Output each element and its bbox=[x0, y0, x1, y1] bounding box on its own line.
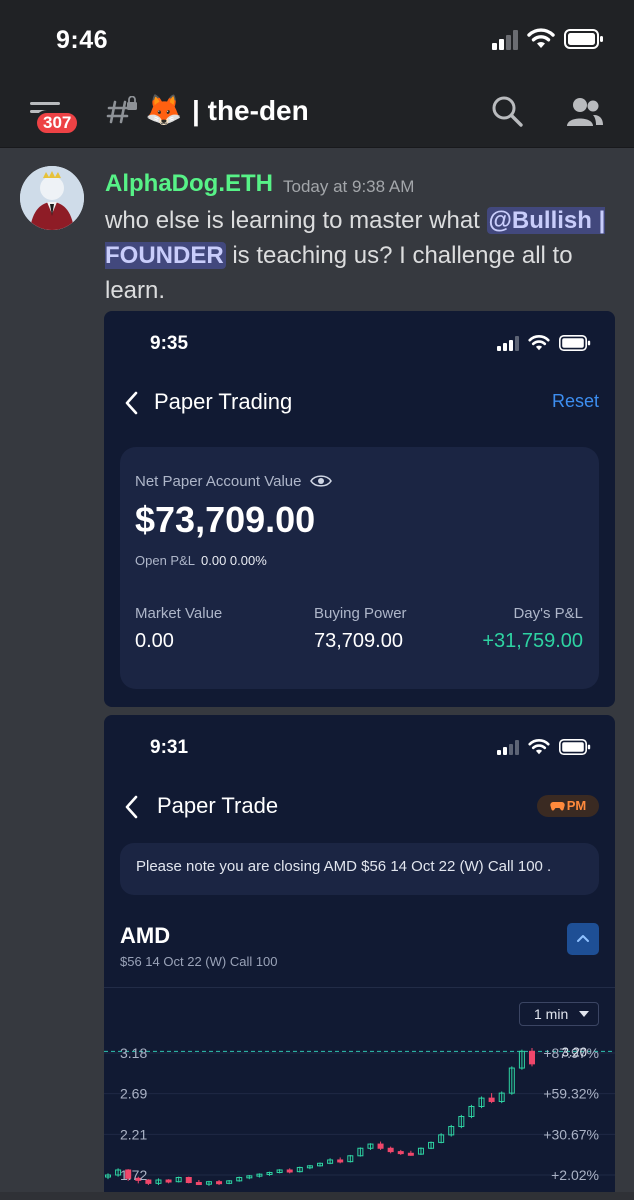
candle-body bbox=[387, 1147, 394, 1153]
wifi-icon bbox=[528, 335, 550, 351]
message-timestamp: Today at 9:38 AM bbox=[283, 177, 415, 196]
wifi-icon bbox=[528, 739, 550, 755]
candle-body bbox=[488, 1097, 495, 1102]
open-pl-label: Open P&L bbox=[135, 553, 195, 568]
market-value: 0.00 bbox=[135, 630, 174, 652]
candle-body bbox=[286, 1169, 293, 1173]
channel-header: 307 🦊 | the-den bbox=[0, 80, 634, 148]
candlestick-chart[interactable]: 3.18 +87.97%2.69 +59.32%2.21 +30.67%1.72 +2.… bbox=[104, 1015, 615, 1200]
candle-body bbox=[397, 1151, 404, 1155]
search-icon[interactable] bbox=[490, 94, 524, 128]
pct-tick-label: +2.02% bbox=[551, 1167, 599, 1183]
y-tick-label: 3.18 bbox=[120, 1045, 147, 1061]
candle-body bbox=[407, 1152, 414, 1156]
avatar[interactable] bbox=[20, 166, 84, 230]
gamepad-icon bbox=[550, 802, 565, 811]
menu-button[interactable]: 307 bbox=[26, 98, 82, 138]
candle-body bbox=[185, 1177, 192, 1184]
candle-body bbox=[377, 1143, 384, 1149]
candle-body bbox=[529, 1050, 535, 1065]
unread-badge: 307 bbox=[34, 110, 81, 136]
attachment-status-time: 9:31 bbox=[150, 737, 189, 758]
y-tick-label: 2.21 bbox=[120, 1126, 147, 1142]
market-value-label: Market Value bbox=[135, 605, 223, 622]
candle-body bbox=[165, 1179, 172, 1183]
attachment-paper-trade[interactable]: 9:31 Paper Trade PM Please note you are … bbox=[104, 715, 615, 1200]
candle-body bbox=[216, 1181, 223, 1185]
candle-body bbox=[337, 1159, 344, 1163]
y-tick-label: 1.72 bbox=[120, 1167, 147, 1183]
days-pl-value: +31,759.00 bbox=[482, 630, 583, 652]
battery-icon bbox=[559, 335, 591, 351]
attachment-status-time: 9:35 bbox=[150, 333, 189, 354]
cellular-signal-icon bbox=[497, 740, 519, 755]
account-value: $73,709.00 bbox=[135, 499, 316, 540]
status-time: 9:46 bbox=[56, 26, 109, 54]
battery-icon bbox=[564, 29, 603, 49]
members-icon[interactable] bbox=[566, 96, 604, 128]
days-pl-label: Day's P&L bbox=[513, 605, 583, 622]
composer-edge bbox=[0, 1192, 634, 1200]
contract-description: $56 14 Oct 22 (W) Call 100 bbox=[120, 954, 278, 969]
chevron-up-icon bbox=[577, 935, 589, 942]
interval-dropdown[interactable]: 1 min bbox=[519, 1002, 599, 1026]
candle-body bbox=[195, 1182, 202, 1186]
wifi-icon bbox=[527, 28, 555, 48]
caret-down-icon bbox=[579, 1011, 589, 1017]
locked-channel-icon bbox=[106, 96, 137, 124]
back-chevron-icon[interactable] bbox=[124, 795, 140, 819]
reset-button[interactable]: Reset bbox=[552, 391, 599, 412]
divider bbox=[104, 987, 615, 988]
account-value-label: Net Paper Account Value bbox=[135, 473, 302, 490]
message-text-start: who else is learning to master what bbox=[105, 207, 487, 234]
open-pl-value: 0.00 0.00% bbox=[201, 553, 267, 568]
buying-power: 73,709.00 bbox=[314, 630, 403, 652]
pct-tick-label: +59.32% bbox=[543, 1086, 599, 1102]
cellular-signal-icon bbox=[497, 336, 519, 351]
pm-label: PM bbox=[566, 798, 587, 813]
symbol: AMD bbox=[120, 923, 171, 948]
collapse-button[interactable] bbox=[567, 923, 599, 955]
channel-name: | the-den bbox=[192, 95, 309, 126]
avatar-image bbox=[20, 166, 84, 230]
message-author[interactable]: AlphaDog.ETH bbox=[105, 170, 273, 198]
battery-icon bbox=[559, 739, 591, 755]
interval-label: 1 min bbox=[534, 1006, 569, 1022]
pct-tick-label: +30.67% bbox=[543, 1126, 599, 1142]
buying-power-label: Buying Power bbox=[314, 605, 407, 622]
attachment-page-title: Paper Trade bbox=[157, 793, 279, 818]
eye-icon[interactable] bbox=[310, 474, 332, 488]
message-content: who else is learning to master what @Bul… bbox=[105, 203, 615, 308]
pm-badge[interactable]: PM bbox=[537, 795, 599, 817]
back-chevron-icon[interactable] bbox=[124, 391, 140, 415]
open-pl: Open P&L 0.00 0.00% bbox=[135, 553, 267, 568]
y-tick-label: 2.69 bbox=[120, 1086, 147, 1102]
account-summary-card: Net Paper Account Value $73,709.00 Open … bbox=[120, 447, 599, 689]
status-bar: 9:46 bbox=[0, 0, 634, 80]
attachment-paper-trading[interactable]: 9:35 Paper Trading Reset Net Paper Accou… bbox=[104, 311, 615, 707]
current-price-label: 3.20 bbox=[562, 1044, 587, 1059]
attachment-page-title: Paper Trading bbox=[154, 389, 293, 414]
cellular-signal-icon bbox=[492, 30, 518, 50]
closing-notice: Please note you are closing AMD $56 14 O… bbox=[120, 843, 599, 895]
channel-emoji: 🦊 bbox=[145, 94, 183, 127]
